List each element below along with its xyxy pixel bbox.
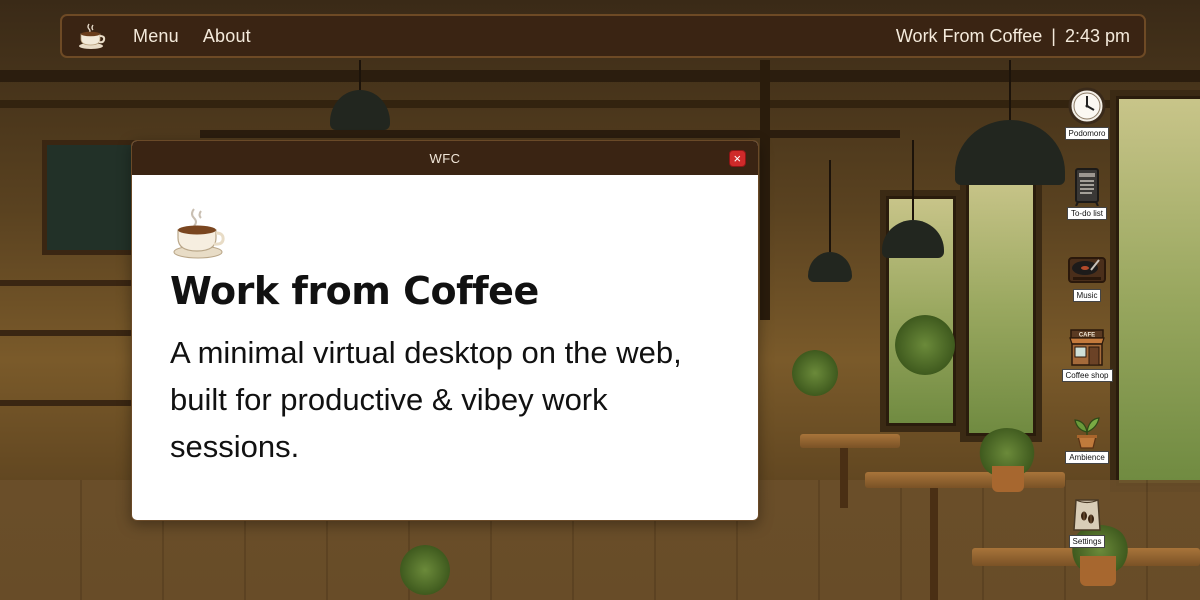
shelf xyxy=(0,400,131,406)
coffee-cup-icon[interactable] xyxy=(74,19,108,53)
desktop-icon-label: Settings xyxy=(1068,535,1106,548)
table-leg xyxy=(930,488,938,600)
cafe-storefront-icon: CAFE xyxy=(1069,329,1105,366)
top-menu-bar: Menu About Work From Coffee | 2:43 pm xyxy=(60,14,1146,58)
desktop: Menu About Work From Coffee | 2:43 pm WF… xyxy=(0,0,1200,600)
wall-window xyxy=(960,170,1042,442)
app-name: Work From Coffee xyxy=(895,25,1043,46)
coffee-cup-icon xyxy=(170,205,226,261)
window-heading: Work from Coffee xyxy=(170,269,539,313)
desktop-icon-label: Music xyxy=(1072,289,1102,302)
desktop-icon-settings[interactable]: Settings xyxy=(1063,494,1111,548)
coffee-bag-icon xyxy=(1073,499,1101,531)
menu-board-icon xyxy=(1075,168,1099,206)
wall-window xyxy=(1110,90,1200,492)
plant-pot xyxy=(1080,556,1116,586)
chalkboard xyxy=(42,140,140,255)
status-area: Work From Coffee | 2:43 pm xyxy=(896,26,1130,47)
desktop-icon-label: Ambience xyxy=(1065,451,1109,464)
wfc-window: WFC × Work from Coffee A minimal virtual… xyxy=(131,140,759,521)
shelf xyxy=(0,330,131,336)
shelf xyxy=(0,280,131,286)
status-separator: | xyxy=(1051,25,1056,46)
window-title: WFC xyxy=(429,150,461,166)
ceiling-beam xyxy=(200,130,900,138)
close-icon: × xyxy=(733,151,742,166)
cafe-table xyxy=(800,434,900,448)
desktop-icon-todo-list[interactable]: To-do list xyxy=(1063,166,1111,220)
about-button[interactable]: About xyxy=(203,26,251,47)
cafe-table xyxy=(865,472,1065,488)
ceiling-post xyxy=(760,60,770,320)
close-button[interactable]: × xyxy=(729,150,746,167)
desktop-icon-coffee-shop[interactable]: CAFE Coffee shop xyxy=(1061,328,1113,382)
pendant-lamp xyxy=(330,60,390,130)
floor-plant xyxy=(400,545,450,595)
clock-icon xyxy=(1068,87,1106,125)
hanging-plant xyxy=(792,350,838,396)
desktop-icon-music[interactable]: Music xyxy=(1063,248,1111,302)
pendant-lamp xyxy=(882,140,944,258)
window-content: Work from Coffee A minimal virtual deskt… xyxy=(132,175,758,470)
window-titlebar[interactable]: WFC × xyxy=(132,141,758,175)
menu-button[interactable]: Menu xyxy=(133,26,179,47)
record-player-icon xyxy=(1068,257,1106,283)
desktop-icon-label: To-do list xyxy=(1066,207,1107,220)
desktop-icon-ambience[interactable]: Ambience xyxy=(1063,410,1111,464)
table-leg xyxy=(840,448,848,508)
desktop-icon-label: Podomoro xyxy=(1064,127,1110,140)
window-description: A minimal virtual desktop on the web, bu… xyxy=(170,334,682,464)
clock-time: 2:43 pm xyxy=(1064,25,1130,46)
desktop-icon-podomoro[interactable]: Podomoro xyxy=(1063,86,1111,140)
desktop-icon-label: Coffee shop xyxy=(1061,369,1113,382)
pendant-lamp xyxy=(955,60,1065,185)
hanging-plant xyxy=(895,315,955,375)
potted-plant-icon xyxy=(1074,417,1100,449)
plant-pot xyxy=(992,466,1024,492)
pendant-lamp xyxy=(808,160,852,282)
